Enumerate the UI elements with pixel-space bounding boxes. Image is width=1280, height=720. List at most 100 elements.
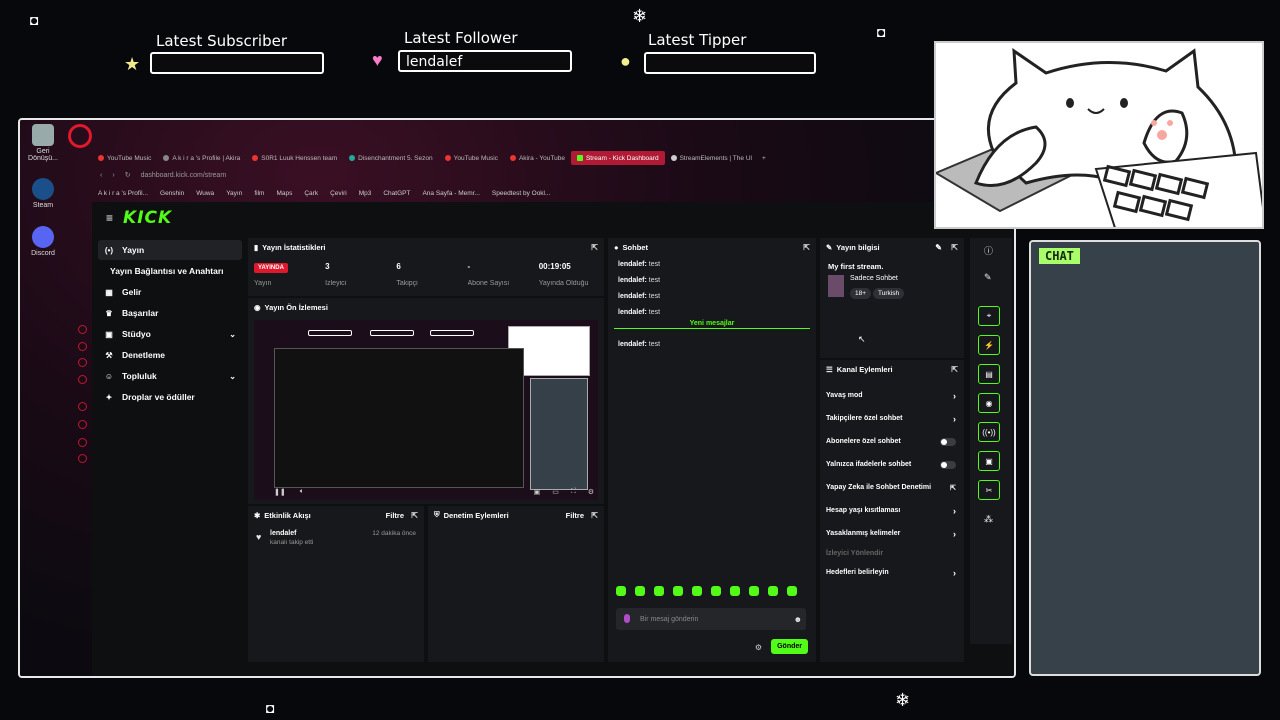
popout-icon[interactable]: ⇱ (591, 243, 598, 252)
steam-shortcut[interactable]: Steam (24, 178, 62, 209)
bookmark-item[interactable]: Mp3 (359, 190, 372, 197)
bookmark-item[interactable]: A k i r a 's Profil... (98, 190, 148, 197)
sidebar-app-icon[interactable] (78, 342, 87, 351)
bookmark-item[interactable]: Maps (276, 190, 292, 197)
opera-logo-icon[interactable] (68, 124, 92, 148)
bookmark-item[interactable]: Çark (304, 190, 318, 197)
popout-icon[interactable]: ⇱ (591, 511, 598, 520)
sidebar-app-icon[interactable] (78, 325, 87, 334)
nav-item-gelir[interactable]: ▦ Gelir (98, 282, 242, 302)
subscribers-only-toggle[interactable] (940, 437, 956, 446)
emote-icon[interactable] (730, 586, 740, 596)
action-ai-moderation[interactable]: Yapay Zeka ile Sohbet Denetimi ⇱ (820, 476, 964, 499)
bookmark-item[interactable]: Genshin (160, 190, 184, 197)
bookmark-item[interactable]: Ana Sayfa - Memr... (422, 190, 479, 197)
tab[interactable]: S0R1 Luuk Henssen team (246, 151, 343, 165)
bookmark-item[interactable]: film (254, 190, 264, 197)
menu-icon[interactable]: ≡ (106, 211, 113, 225)
action-slow-mode[interactable]: Yavaş mod › (820, 384, 964, 407)
fullscreen-icon[interactable]: ⛶ (571, 488, 576, 496)
tab[interactable]: StreamElements | The Ul (665, 151, 758, 165)
pencil-icon[interactable]: ✎ (935, 243, 942, 252)
popout-icon[interactable]: ⇱ (803, 243, 810, 252)
pause-icon[interactable]: ❚❚ (274, 488, 286, 496)
action-set-goals[interactable]: Hedefleri belirleyin › (820, 561, 964, 584)
nav-item-topluluk[interactable]: ☺ Topluluk ⌄ (98, 366, 242, 386)
emote-icon[interactable] (711, 586, 721, 596)
new-tab-icon[interactable]: + (762, 155, 766, 162)
url-text[interactable]: dashboard.kick.com/stream (141, 172, 227, 179)
bookmark-item[interactable]: ChatGPT (383, 190, 410, 197)
theater-icon[interactable]: ▭ (552, 488, 559, 496)
emote-icon[interactable] (749, 586, 759, 596)
tab-kick-dashboard[interactable]: Stream - Kick Dashboard (570, 151, 665, 165)
forward-icon[interactable]: › (112, 172, 114, 179)
tab[interactable]: Disenchantment 5. Sezon (343, 151, 438, 165)
popout-icon[interactable]: ⇱ (411, 511, 418, 520)
host-button[interactable]: ▣ (978, 451, 1000, 471)
kick-logo[interactable]: KICK (123, 208, 172, 228)
chat-user[interactable]: lendalef: (618, 277, 647, 284)
chat-settings-icon[interactable]: ⚙ (755, 643, 762, 652)
popout-icon[interactable]: ⇱ (951, 365, 958, 374)
info-icon[interactable]: ⓘ (984, 244, 993, 257)
chat-message-input[interactable]: Bir mesaj gönderin (616, 608, 806, 630)
filter-button[interactable]: Filtre (386, 511, 404, 520)
nav-item-yayin[interactable]: (•) Yayın (98, 240, 242, 260)
settings-icon[interactable]: ⚙ (588, 488, 594, 496)
action-followers-only[interactable]: Takipçilere özel sohbet › (820, 407, 964, 430)
bookmark-item[interactable]: Speedtest by Ookl... (492, 190, 551, 197)
nav-item-denetleme[interactable]: ⚒ Denetleme (98, 345, 242, 365)
sidebar-app-icon[interactable] (78, 375, 87, 384)
sidebar-app-icon[interactable] (78, 438, 87, 447)
notes-button[interactable]: ▤ (978, 364, 1000, 384)
emote-icon[interactable] (654, 586, 664, 596)
tab[interactable]: YouTube Music (439, 151, 504, 165)
stream-preview-video[interactable]: ❚❚ 🔈︎ ▣ ▭ ⛶ ⚙ (254, 320, 598, 500)
bookmark-item[interactable]: Yayın (226, 190, 242, 197)
sidebar-app-icon[interactable] (78, 420, 87, 429)
address-bar[interactable]: ‹ › ↻ dashboard.kick.com/stream (92, 168, 1014, 182)
chat-user[interactable]: lendalef: (618, 261, 647, 268)
bookmark-item[interactable]: Çeviri (330, 190, 347, 197)
emote-icon[interactable] (787, 586, 797, 596)
nav-item-basarilar[interactable]: ♛ Başarılar (98, 303, 242, 323)
bookmark-item[interactable]: Wuwa (196, 190, 214, 197)
reload-icon[interactable]: ↻ (125, 171, 131, 179)
boost-button[interactable]: ⚡ (978, 335, 1000, 355)
more-icon[interactable]: ⁂ (984, 514, 993, 525)
filter-button[interactable]: Filtre (566, 511, 584, 520)
sidebar-app-icon[interactable] (78, 454, 87, 463)
emote-icon[interactable] (635, 586, 645, 596)
tools-button[interactable]: ✂ (978, 480, 1000, 500)
chat-button[interactable]: ◉ (978, 393, 1000, 413)
send-button[interactable]: Gönder (771, 639, 808, 654)
discord-shortcut[interactable]: Discord (24, 226, 62, 257)
chat-user[interactable]: lendalef: (618, 309, 647, 316)
chat-user[interactable]: lendalef: (618, 293, 647, 300)
action-account-age[interactable]: Hesap yaşı kısıtlaması › (820, 499, 964, 522)
emote-icon[interactable] (616, 586, 626, 596)
tab[interactable]: A k i r a 's Profile | Akira (157, 151, 246, 165)
emote-icon[interactable] (692, 586, 702, 596)
emoji-icon[interactable]: ☻ (794, 615, 802, 624)
emotes-only-toggle[interactable] (940, 460, 956, 469)
clip-button[interactable]: ⌖ (978, 306, 1000, 326)
tab[interactable]: Akira - YouTube (504, 151, 571, 165)
nav-item-droplar[interactable]: ✦ Droplar ve ödüller (98, 387, 242, 407)
tab[interactable]: YouTube Music (92, 151, 157, 165)
pip-icon[interactable]: ▣ (534, 488, 541, 496)
pencil-icon[interactable]: ✎ (984, 272, 992, 283)
nav-item-stream-key[interactable]: Yayın Bağlantısı ve Anahtarı (98, 261, 242, 281)
emote-icon[interactable] (768, 586, 778, 596)
emote-icon[interactable] (673, 586, 683, 596)
volume-icon[interactable]: 🔈︎ (300, 488, 304, 496)
nav-item-studyo[interactable]: ▣ Stüdyo ⌄ (98, 324, 242, 344)
broadcast-button[interactable]: ((•)) (978, 422, 1000, 442)
chat-user[interactable]: lendalef: (618, 341, 647, 348)
back-icon[interactable]: ‹ (100, 172, 102, 179)
action-banned-words[interactable]: Yasaklanmış kelimeler › (820, 522, 964, 545)
recycle-bin-icon[interactable]: Geri Dönüşü... (24, 124, 62, 162)
sidebar-app-icon[interactable] (78, 358, 87, 367)
sidebar-app-icon[interactable] (78, 402, 87, 411)
